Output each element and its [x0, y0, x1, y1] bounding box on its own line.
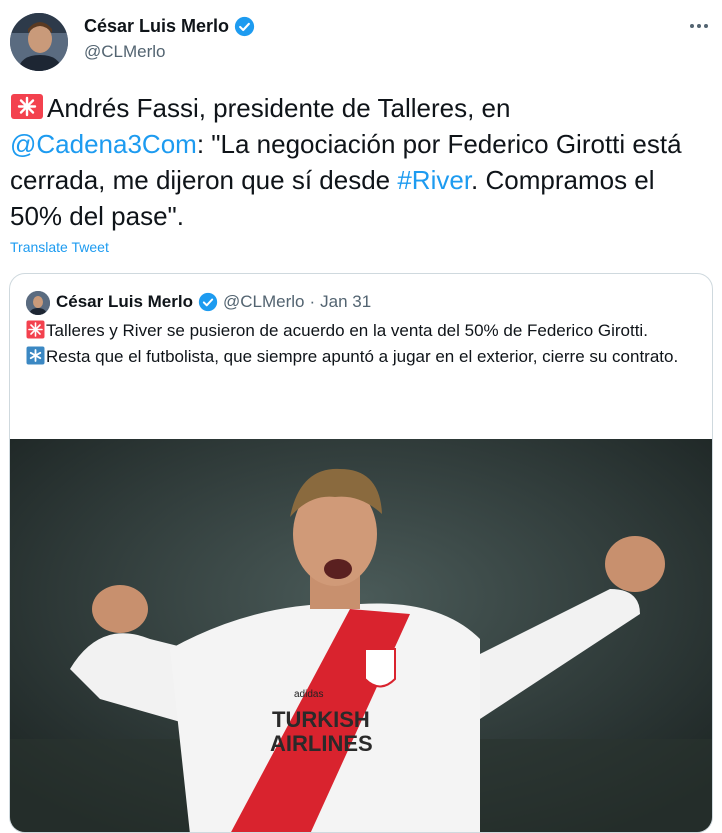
sponsor-line2: AIRLINES: [270, 731, 373, 756]
quoted-text-line1: Talleres y River se pusieron de acuerdo …: [46, 321, 648, 340]
quoted-text-line2: Resta que el futbolista, que siempre apu…: [46, 347, 679, 366]
quoted-author-avatar[interactable]: [26, 291, 50, 315]
translate-tweet-link[interactable]: Translate Tweet: [10, 239, 109, 255]
quoted-tweet-image[interactable]: adidas TURKISH AIRLINES: [10, 439, 712, 832]
author-handle[interactable]: @CLMerlo: [84, 42, 166, 62]
siren-emoji-icon: [11, 94, 43, 119]
hashtag-link[interactable]: #River: [397, 165, 471, 195]
quoted-separator: ·: [309, 292, 316, 311]
tweet-text-part1: Andrés Fassi, presidente de Talleres, en: [47, 93, 511, 123]
verified-badge-icon: [234, 16, 255, 37]
quoted-text: Talleres y River se pusieron de acuerdo …: [26, 318, 696, 370]
quoted-date[interactable]: Jan 31: [320, 292, 371, 312]
author-name-row: César Luis Merlo: [84, 16, 255, 37]
mention-link[interactable]: @Cadena3Com: [10, 129, 197, 159]
author-avatar[interactable]: [10, 13, 68, 71]
siren-emoji-icon: [26, 320, 45, 339]
adidas-logo-text: adidas: [294, 689, 323, 700]
author-name[interactable]: César Luis Merlo: [84, 16, 229, 37]
quoted-author-name[interactable]: César Luis Merlo: [56, 292, 193, 312]
quoted-tweet[interactable]: César Luis Merlo @CLMerlo · Jan 31 Talle…: [9, 273, 713, 833]
more-options-icon[interactable]: [684, 14, 714, 38]
asterisk-emoji-icon: [26, 346, 45, 365]
sponsor-line1: TURKISH: [272, 707, 370, 732]
tweet-text: Andrés Fassi, presidente de Talleres, en…: [10, 90, 710, 234]
verified-badge-icon: [198, 292, 218, 312]
quoted-author-handle[interactable]: @CLMerlo: [223, 292, 305, 312]
quoted-header: César Luis Merlo @CLMerlo · Jan 31: [56, 292, 371, 312]
